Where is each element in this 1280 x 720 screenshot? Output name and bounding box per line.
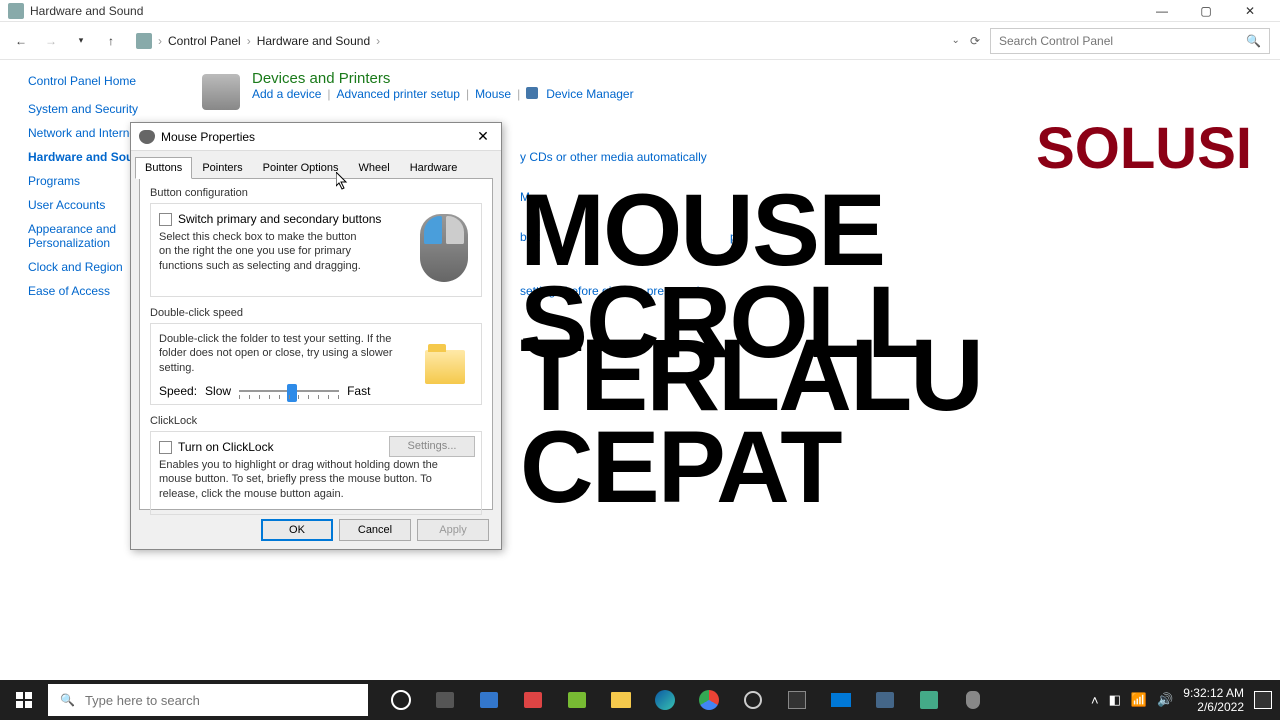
button-config-group: Switch primary and secondary buttons Sel… xyxy=(150,203,482,297)
clicklock-desc: Enables you to highlight or drag without… xyxy=(159,458,469,501)
shield-icon xyxy=(526,87,538,99)
volume-icon[interactable]: 🔊 xyxy=(1157,692,1173,708)
breadcrumb-icon xyxy=(136,33,152,49)
breadcrumb-sep: › xyxy=(158,34,162,48)
speed-slider[interactable] xyxy=(239,381,339,401)
wifi-icon[interactable]: 📶 xyxy=(1131,692,1147,708)
tray-chevron[interactable]: ˄ xyxy=(1091,693,1099,708)
clicklock-label: ClickLock xyxy=(150,415,482,427)
maximize-button[interactable]: ▢ xyxy=(1184,0,1228,22)
mouse-icon xyxy=(139,130,155,144)
breadcrumb-sep: › xyxy=(376,34,380,48)
address-dropdown[interactable]: ⌄ xyxy=(952,35,960,46)
task-view-icon[interactable] xyxy=(424,680,466,720)
taskbar-search-input[interactable] xyxy=(85,693,356,708)
tab-content: Button configuration Switch primary and … xyxy=(139,178,493,510)
tab-pointer-options[interactable]: Pointer Options xyxy=(253,157,349,179)
breadcrumb-hardware-sound[interactable]: Hardware and Sound xyxy=(257,34,370,48)
fast-label: Fast xyxy=(347,384,370,398)
taskbar: 🔍 ˄ ◧ 📶 🔊 9:32:12 AM 2/6/2022 xyxy=(0,680,1280,720)
mouse-preview-image xyxy=(415,210,473,286)
mail-icon[interactable] xyxy=(820,680,862,720)
clicklock-checkbox-label: Turn on ClickLock xyxy=(178,440,274,454)
tab-pointers[interactable]: Pointers xyxy=(192,157,252,179)
tray-icon[interactable]: ◧ xyxy=(1109,692,1121,708)
button-config-label: Button configuration xyxy=(150,187,482,199)
explorer-icon[interactable] xyxy=(600,680,642,720)
system-tray: ˄ ◧ 📶 🔊 9:32:12 AM 2/6/2022 xyxy=(1091,680,1280,720)
dialog-close-button[interactable]: ✕ xyxy=(473,127,493,147)
dialog-title-bar[interactable]: Mouse Properties ✕ xyxy=(131,123,501,151)
forward-button[interactable]: → xyxy=(40,30,62,52)
slider-thumb[interactable] xyxy=(287,384,297,402)
devices-printers-heading[interactable]: Devices and Printers xyxy=(252,70,634,87)
up-button[interactable]: ↑ xyxy=(100,30,122,52)
link-add-device[interactable]: Add a device xyxy=(252,87,321,101)
button-config-desc: Select this check box to make the button… xyxy=(159,230,369,273)
search-icon[interactable]: 🔍 xyxy=(1246,34,1261,48)
breadcrumb-sep: › xyxy=(247,34,251,48)
close-button[interactable]: ✕ xyxy=(1228,0,1272,22)
speed-label: Speed: xyxy=(159,384,197,398)
breadcrumb-control-panel[interactable]: Control Panel xyxy=(168,34,241,48)
cortana-icon[interactable] xyxy=(380,680,422,720)
mouse-settings-icon[interactable] xyxy=(952,680,994,720)
cursor-icon xyxy=(336,172,350,190)
store-icon[interactable] xyxy=(776,680,818,720)
doubleclick-desc: Double-click the folder to test your set… xyxy=(159,332,399,375)
dialog-title: Mouse Properties xyxy=(161,130,473,144)
link-mouse[interactable]: Mouse xyxy=(475,87,511,101)
refresh-button[interactable]: ⟳ xyxy=(970,34,980,48)
back-button[interactable]: ← xyxy=(10,30,32,52)
ok-button[interactable]: OK xyxy=(261,519,333,541)
app-icon[interactable] xyxy=(468,680,510,720)
minimize-button[interactable]: — xyxy=(1140,0,1184,22)
clicklock-checkbox[interactable] xyxy=(159,441,172,454)
app-icon[interactable] xyxy=(864,680,906,720)
tab-hardware[interactable]: Hardware xyxy=(400,157,468,179)
notifications-icon[interactable] xyxy=(1254,691,1272,709)
search-box[interactable]: 🔍 xyxy=(990,28,1270,54)
recent-dropdown[interactable]: ▾ xyxy=(70,30,92,52)
link-device-manager[interactable]: Device Manager xyxy=(546,87,633,101)
sidebar-home[interactable]: Control Panel Home xyxy=(28,74,190,88)
mouse-properties-dialog: Mouse Properties ✕ Buttons Pointers Poin… xyxy=(130,122,502,550)
doubleclick-label: Double-click speed xyxy=(150,307,482,319)
edge-icon[interactable] xyxy=(644,680,686,720)
settings-icon[interactable] xyxy=(732,680,774,720)
clicklock-group: Turn on ClickLock Settings... Enables yo… xyxy=(150,431,482,515)
taskbar-search[interactable]: 🔍 xyxy=(48,684,368,716)
overlay-solusi: SOLUSI xyxy=(1036,115,1252,182)
search-icon: 🔍 xyxy=(60,693,75,707)
chrome-icon[interactable] xyxy=(688,680,730,720)
control-panel-taskbar-icon[interactable] xyxy=(908,680,950,720)
control-panel-icon xyxy=(8,3,24,19)
app-icon[interactable] xyxy=(556,680,598,720)
sidebar-item-system[interactable]: System and Security xyxy=(28,102,190,116)
search-input[interactable] xyxy=(999,34,1239,48)
window-title-bar: Hardware and Sound — ▢ ✕ xyxy=(0,0,1280,22)
apply-button: Apply xyxy=(417,519,489,541)
cancel-button[interactable]: Cancel xyxy=(339,519,411,541)
switch-buttons-label: Switch primary and secondary buttons xyxy=(178,212,381,226)
window-title: Hardware and Sound xyxy=(30,4,1140,18)
clicklock-settings-button: Settings... xyxy=(389,436,475,457)
breadcrumb[interactable]: › Control Panel › Hardware and Sound › xyxy=(130,28,944,54)
doubleclick-group: Double-click the folder to test your set… xyxy=(150,323,482,405)
slow-label: Slow xyxy=(205,384,231,398)
tab-buttons[interactable]: Buttons xyxy=(135,157,192,179)
taskbar-clock[interactable]: 9:32:12 AM 2/6/2022 xyxy=(1183,686,1244,715)
dialog-tabs: Buttons Pointers Pointer Options Wheel H… xyxy=(131,151,501,179)
start-button[interactable] xyxy=(0,680,48,720)
link-advanced-printer[interactable]: Advanced printer setup xyxy=(337,87,460,101)
toolbar: ← → ▾ ↑ › Control Panel › Hardware and S… xyxy=(0,22,1280,60)
devices-printers-icon xyxy=(202,74,240,110)
tab-wheel[interactable]: Wheel xyxy=(349,157,400,179)
app-icon[interactable] xyxy=(512,680,554,720)
overlay-line2: TERLALU CEPAT xyxy=(520,330,1280,514)
test-folder-icon[interactable] xyxy=(425,350,465,384)
switch-buttons-checkbox[interactable] xyxy=(159,213,172,226)
